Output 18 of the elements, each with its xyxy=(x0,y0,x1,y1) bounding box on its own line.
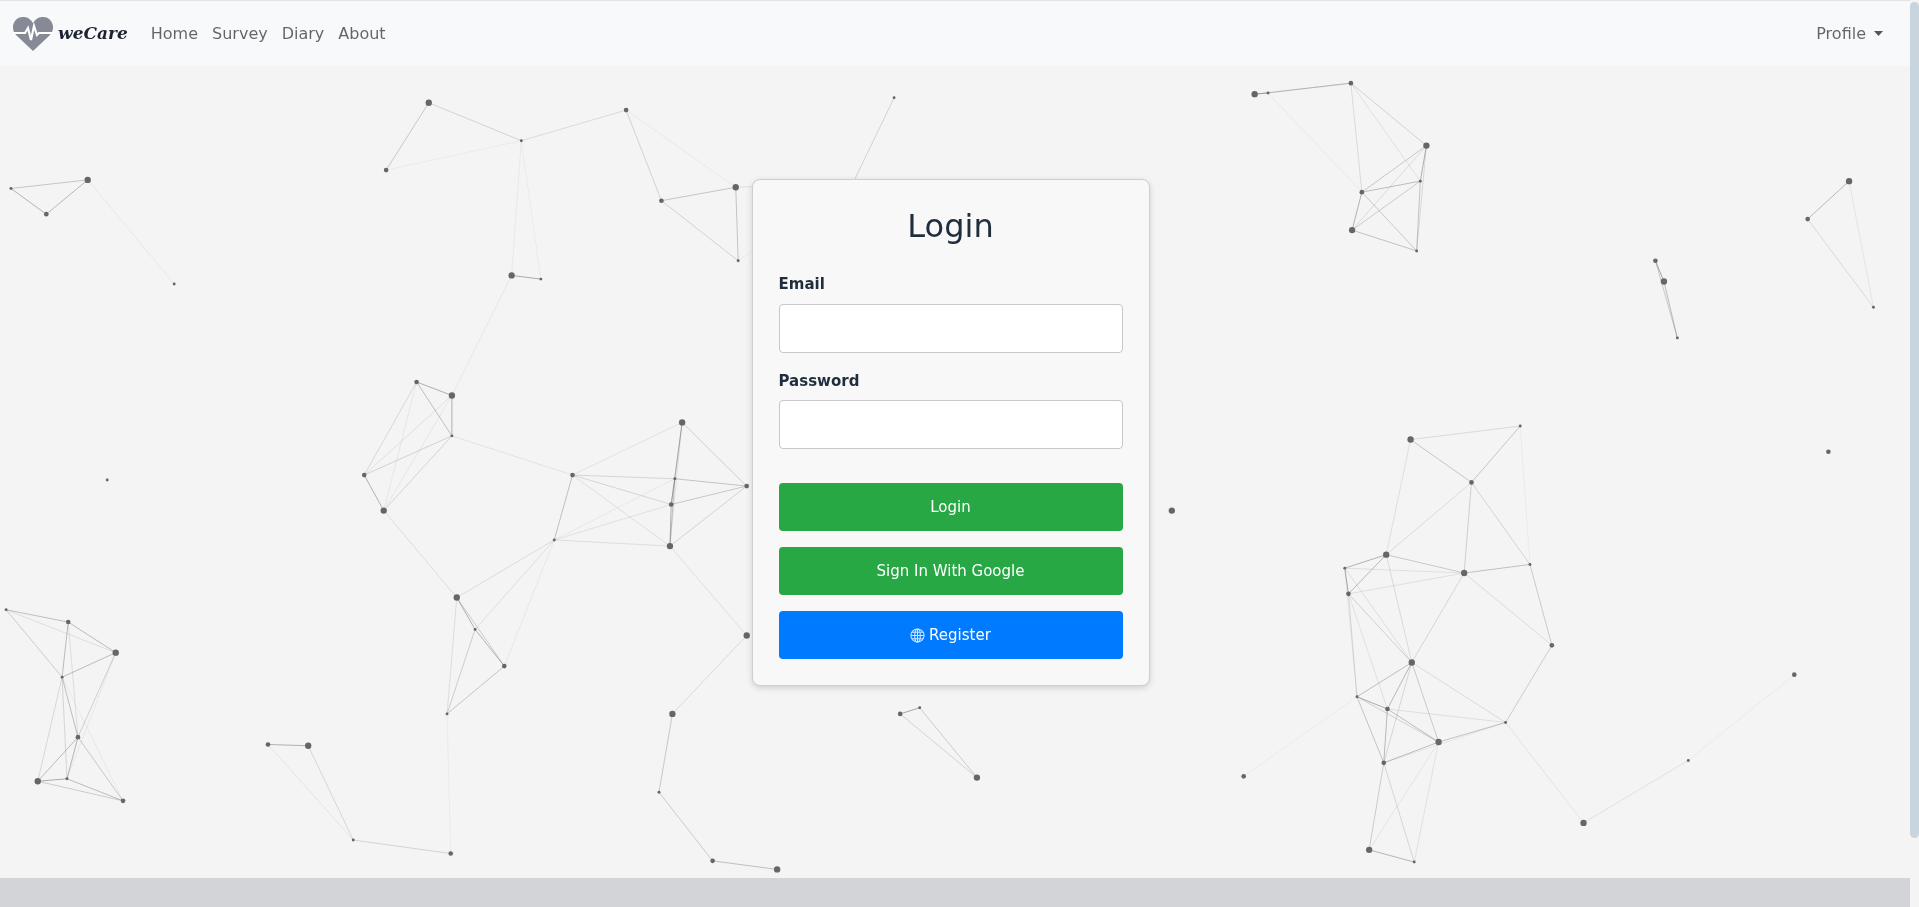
register-button[interactable]: Register xyxy=(778,611,1123,659)
login-title: Login xyxy=(906,206,995,247)
scrollbar-thumb[interactable] xyxy=(1910,2,1919,838)
input-field[interactable] xyxy=(778,400,1123,449)
nav-link[interactable]: About xyxy=(331,17,393,50)
input-field[interactable] xyxy=(778,303,1123,353)
profile-dropdown[interactable]: Profile xyxy=(1809,17,1890,50)
field-label: Email xyxy=(778,274,825,295)
field-label: Password xyxy=(778,370,860,392)
action-button[interactable]: Sign In With Google xyxy=(778,547,1123,595)
nav-link[interactable]: Survey xyxy=(205,17,275,50)
globe-icon xyxy=(910,627,926,643)
brand-logo[interactable]: weCare xyxy=(12,15,128,52)
nav-link[interactable]: Home xyxy=(143,17,206,50)
caret-icon xyxy=(1874,31,1883,36)
action-button[interactable]: Login xyxy=(778,483,1123,531)
heart-pulse-icon xyxy=(12,15,54,52)
nav-link[interactable]: Diary xyxy=(274,17,332,50)
